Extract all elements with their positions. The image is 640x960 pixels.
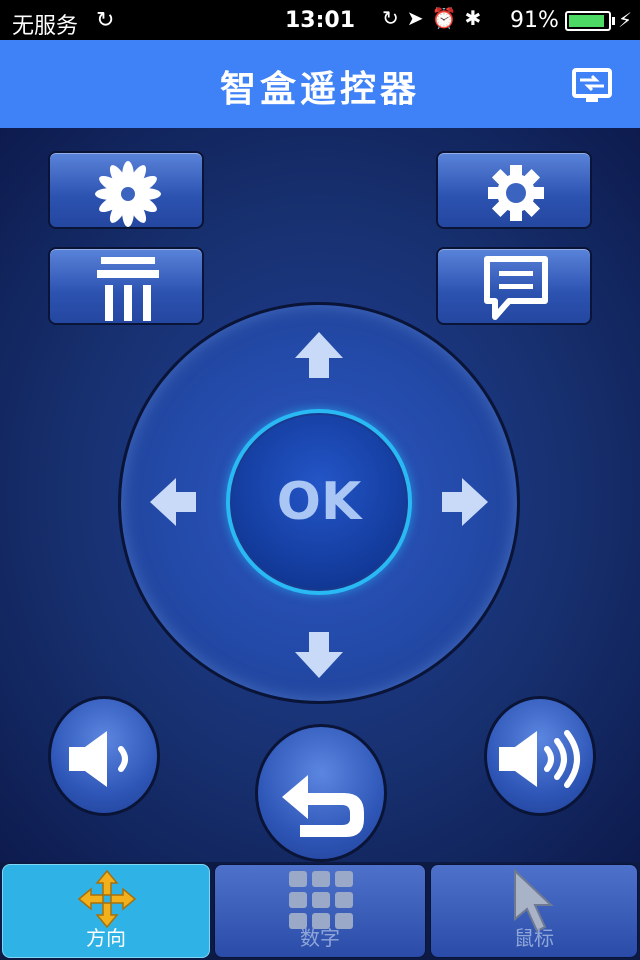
clear-button[interactable] (48, 247, 204, 325)
volume-down-icon (69, 731, 128, 787)
arrow-left-icon[interactable] (146, 474, 202, 530)
back-return-icon (282, 775, 364, 837)
volume-up-icon (499, 730, 580, 788)
title-bar: 智盒遥控器 (0, 40, 640, 128)
battery-fill (569, 15, 604, 27)
tab-direction[interactable]: 方向 (2, 864, 210, 958)
battery-percent: 91% (510, 8, 559, 33)
arrow-up-icon[interactable] (291, 328, 347, 384)
gear-icon (488, 165, 544, 221)
battery-icon (565, 11, 615, 31)
chat-bubble-icon (484, 256, 548, 320)
volume-up-button[interactable] (484, 696, 596, 816)
arrow-right-icon[interactable] (436, 474, 492, 530)
page-title: 智盒遥控器 (219, 69, 420, 110)
tab-bar: 方向 数字 鼠标 (0, 862, 640, 960)
location-icon: ➤ (406, 6, 432, 30)
volume-down-button[interactable] (48, 696, 160, 816)
alarm-icon: ⏰ (431, 6, 465, 30)
trash-icon (97, 257, 159, 321)
status-icons: ↻➤⏰✱ (382, 6, 489, 30)
screen-cast-icon[interactable] (568, 62, 616, 110)
charging-bolt-icon: ⚡ (618, 8, 633, 32)
tab-mouse[interactable]: 鼠标 (430, 864, 638, 958)
tab-numbers-label: 数字 (300, 926, 340, 950)
message-button[interactable] (436, 247, 592, 325)
tab-direction-label: 方向 (86, 926, 126, 950)
flower-home-icon (95, 161, 161, 227)
settings-button[interactable] (436, 151, 592, 229)
tab-mouse-label: 鼠标 (514, 926, 554, 950)
ok-label: OK (276, 472, 362, 532)
arrow-down-icon[interactable] (291, 626, 347, 682)
home-button[interactable] (48, 151, 204, 229)
direction-arrows-icon (77, 869, 137, 929)
tab-numbers[interactable]: 数字 (214, 864, 426, 958)
status-bar: 无服务 ↻ 13:01 ↻➤⏰✱ 91% ⚡ (0, 0, 640, 40)
rotation-lock-icon: ↻ (382, 6, 407, 30)
bluetooth-icon: ✱ (464, 6, 490, 30)
back-button[interactable] (255, 724, 387, 862)
